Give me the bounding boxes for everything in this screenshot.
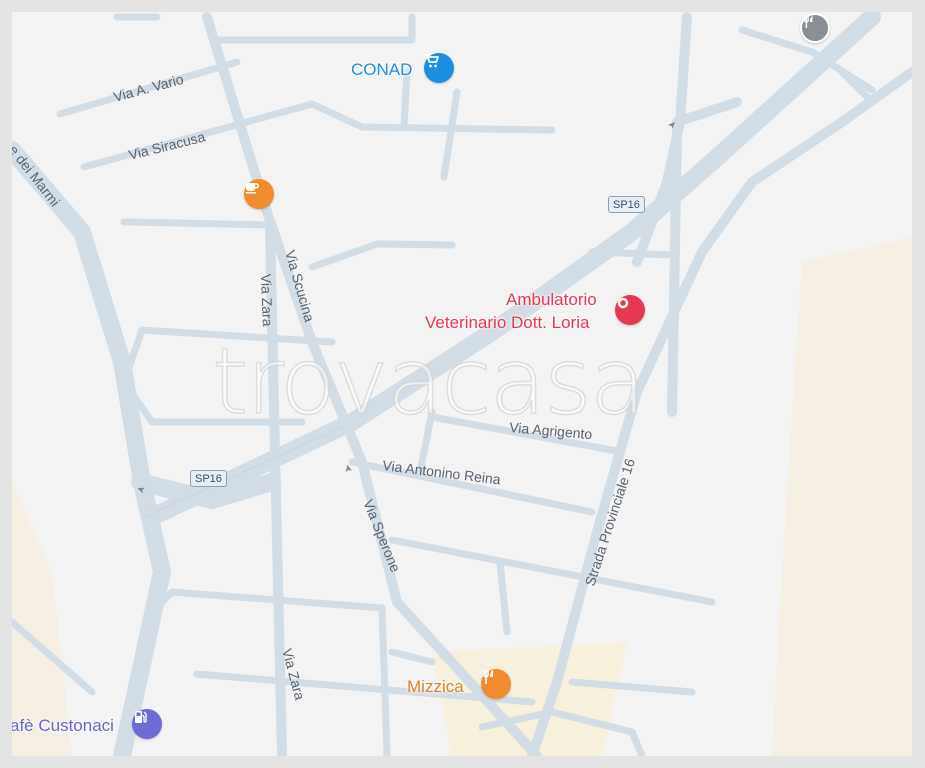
poi-label-vet-line1[interactable]: Ambulatorio — [506, 290, 597, 310]
direction-arrow-icon: ➤ — [343, 463, 355, 473]
map-canvas[interactable]: Via A. Vario Via Siracusa e dei Marmi Vi… — [12, 12, 912, 756]
poi-label-cafe[interactable]: afè Custonaci — [12, 716, 114, 736]
coffee-cup-icon[interactable] — [244, 179, 274, 209]
road — [308, 240, 456, 271]
highway-shield-sp16: SP16 — [190, 470, 227, 487]
fork-knife-icon[interactable] — [800, 13, 830, 43]
shopping-cart-icon[interactable] — [424, 53, 454, 83]
street-label-via-siracusa: Via Siracusa — [127, 128, 207, 163]
road — [378, 604, 391, 756]
highway-shield-sp16: SP16 — [608, 196, 645, 213]
road — [667, 127, 682, 417]
street-label-dei-marmi: e dei Marmi — [12, 142, 63, 209]
road — [440, 88, 461, 181]
watermark: trovacasa — [211, 327, 647, 436]
road-sp16 — [143, 12, 881, 526]
map-frame: Via A. Vario Via Siracusa e dei Marmi Vi… — [0, 0, 925, 768]
street-label-via-a-vario: Via A. Vario — [112, 71, 186, 105]
road — [388, 648, 436, 666]
road — [400, 68, 411, 131]
street-label-via-sperone: Via Sperone — [360, 497, 404, 574]
road — [158, 588, 386, 612]
road-edge — [143, 426, 343, 518]
fuel-icon[interactable] — [132, 709, 162, 739]
street-label-via-zara-top: Via Zara — [258, 274, 276, 327]
land-area — [772, 237, 912, 756]
land-area — [12, 482, 72, 756]
road — [80, 100, 556, 171]
poi-label-conad[interactable]: CONAD — [351, 60, 412, 80]
road — [213, 13, 416, 44]
poi-label-vet-line2[interactable]: Veterinario Dott. Loria — [425, 313, 589, 333]
fork-knife-icon[interactable] — [481, 669, 511, 699]
road — [120, 218, 276, 229]
road — [496, 558, 511, 636]
road — [388, 536, 716, 606]
poi-label-mizzica[interactable]: Mizzica — [407, 677, 464, 697]
location-pin-icon[interactable] — [615, 295, 645, 325]
